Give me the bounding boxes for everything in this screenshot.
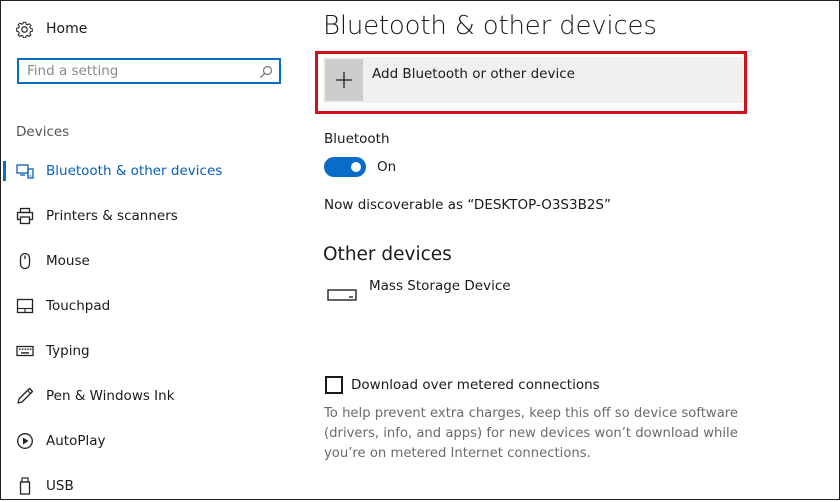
sidebar-item-usb[interactable]: USB	[1, 470, 301, 502]
help-line: you’re on metered Internet connections.	[324, 446, 591, 461]
section-header-devices: Devices	[16, 124, 70, 140]
sidebar-item-label: USB	[46, 478, 74, 494]
bluetooth-toggle[interactable]	[324, 157, 366, 177]
metered-checkbox-label[interactable]: Download over metered connections	[351, 377, 600, 393]
sidebar-item-touchpad[interactable]: Touchpad	[1, 290, 301, 322]
search-input[interactable]	[27, 62, 257, 80]
help-line: To help prevent extra charges, keep this…	[324, 406, 739, 421]
toggle-knob	[351, 162, 361, 172]
gear-icon	[15, 20, 33, 38]
usb-icon	[16, 477, 34, 495]
sidebar-item-label: Touchpad	[46, 298, 111, 314]
toggle-state-label: On	[377, 159, 397, 175]
sidebar-item-label: AutoPlay	[46, 433, 106, 449]
sidebar-item-autoplay[interactable]: AutoPlay	[1, 425, 301, 457]
help-line: (drivers, info, and apps) for new device…	[324, 426, 738, 441]
metered-help-text: To help prevent extra charges, keep this…	[324, 404, 744, 464]
sidebar: Home Devices Bluetooth	[1, 1, 301, 501]
mouse-icon	[16, 252, 34, 270]
home-label: Home	[46, 21, 88, 37]
bluetooth-devices-icon	[16, 162, 34, 180]
sidebar-item-label: Bluetooth & other devices	[46, 163, 223, 179]
discoverable-text: Now discoverable as “DESKTOP-O3S3B2S”	[324, 197, 611, 213]
keyboard-icon	[16, 342, 34, 360]
sidebar-item-label: Printers & scanners	[46, 208, 178, 224]
sidebar-item-label: Typing	[46, 343, 90, 359]
page-title: Bluetooth & other devices	[323, 11, 657, 41]
settings-window: Home Devices Bluetooth	[0, 0, 840, 500]
sidebar-item-label: Mouse	[46, 253, 90, 269]
home-nav-item[interactable]: Home	[15, 17, 87, 41]
autoplay-icon	[16, 432, 34, 450]
pen-icon	[16, 387, 34, 405]
other-devices-heading: Other devices	[323, 244, 452, 265]
active-indicator	[3, 161, 6, 181]
sidebar-item-mouse[interactable]: Mouse	[1, 245, 301, 277]
highlight-annotation	[315, 51, 747, 114]
search-icon[interactable]	[259, 64, 273, 78]
sidebar-item-bluetooth[interactable]: Bluetooth & other devices	[1, 155, 301, 187]
sidebar-item-pen[interactable]: Pen & Windows Ink	[1, 380, 301, 412]
sidebar-item-printers[interactable]: Printers & scanners	[1, 200, 301, 232]
search-box	[17, 58, 281, 84]
device-item-mass-storage[interactable]: Mass Storage Device	[369, 278, 511, 294]
drive-icon	[327, 287, 357, 301]
bluetooth-label: Bluetooth	[324, 131, 390, 147]
touchpad-icon	[16, 297, 34, 315]
sidebar-item-label: Pen & Windows Ink	[46, 388, 175, 404]
printer-icon	[16, 207, 34, 225]
metered-checkbox[interactable]	[325, 376, 343, 394]
sidebar-item-typing[interactable]: Typing	[1, 335, 301, 367]
